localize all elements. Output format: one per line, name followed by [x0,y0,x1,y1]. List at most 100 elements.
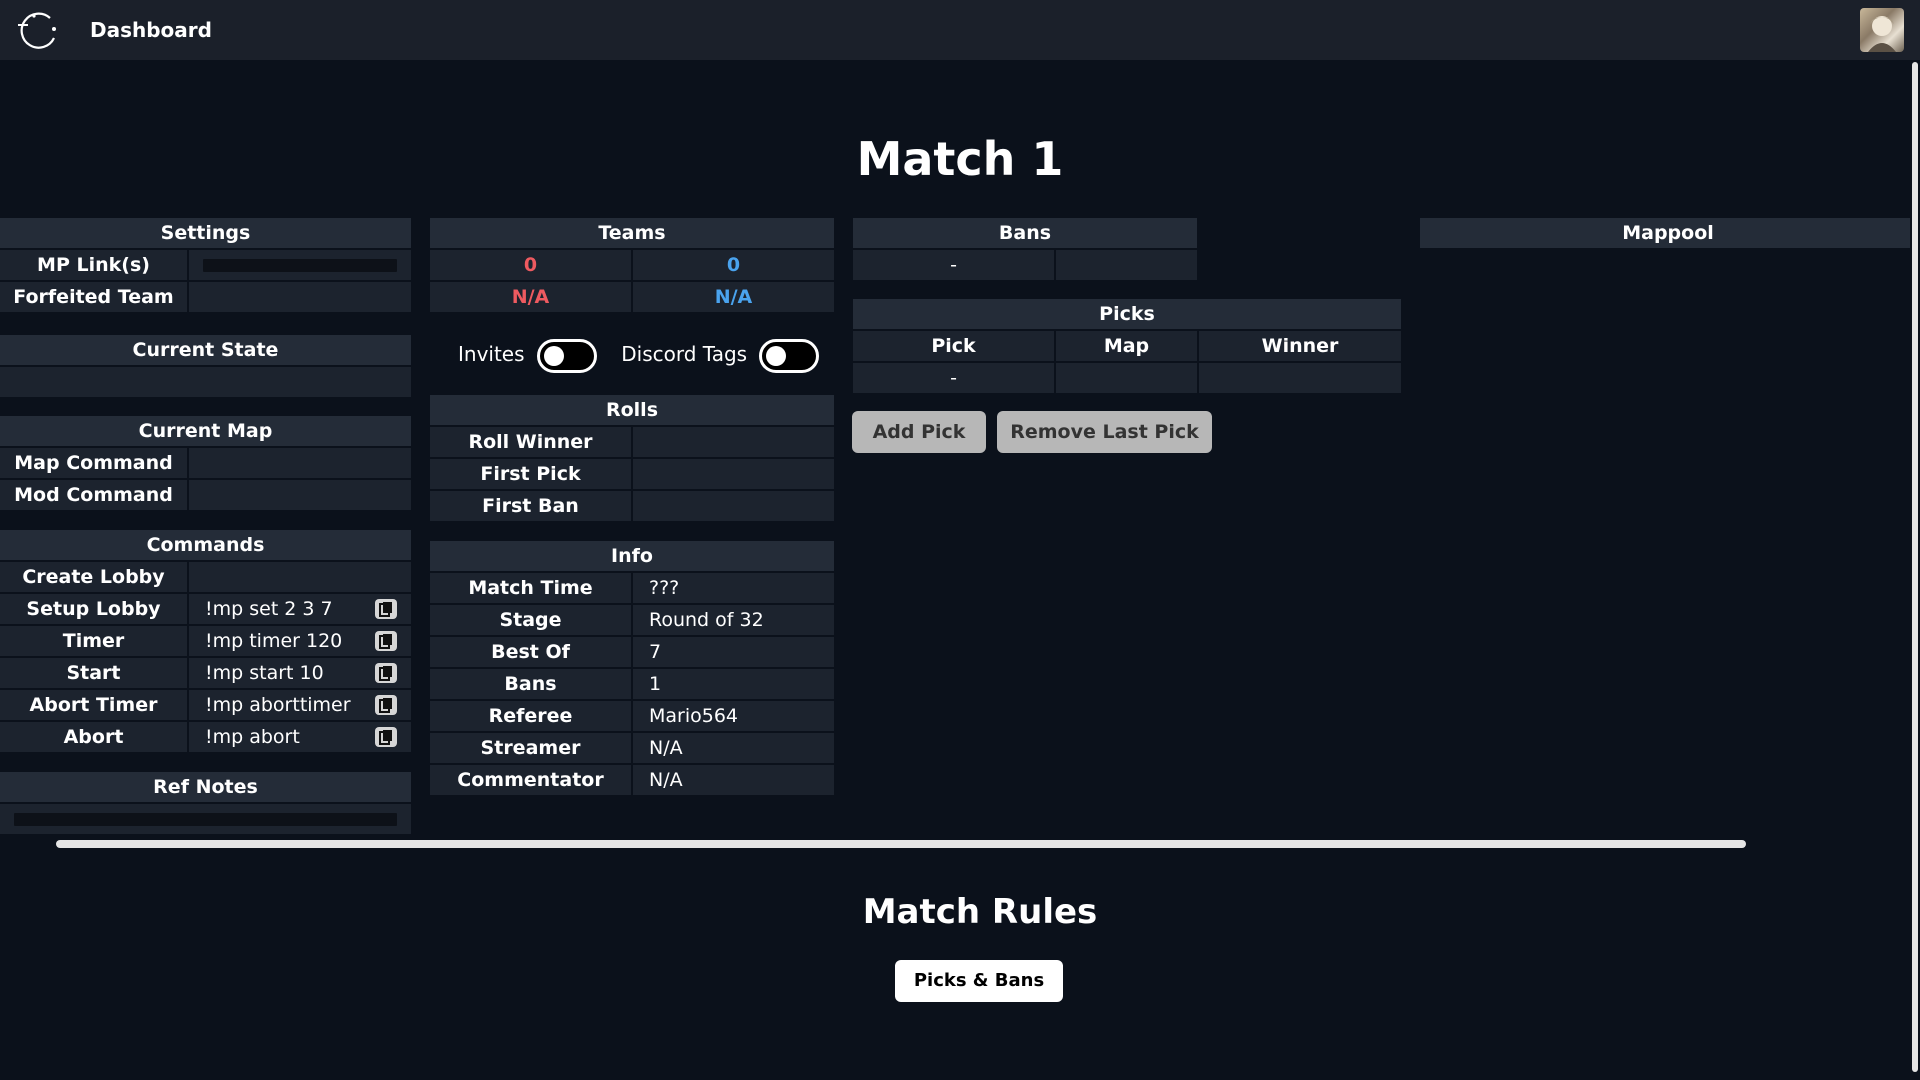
red-team-name: N/A [430,282,631,312]
command-row: Start !mp start 10 [0,658,411,688]
commands-header: Commands [0,530,411,560]
copy-icon[interactable] [375,663,397,683]
mappool-panel: Mappool [1420,218,1916,248]
command-label: Create Lobby [0,562,187,592]
command-label: Abort [0,722,187,752]
pick-map-cell [1056,363,1197,393]
command-value: !mp abort [205,726,300,748]
teams-header: Teams [430,218,834,248]
info-label: Commentator [430,765,631,795]
ref-notes-input[interactable] [14,813,397,826]
teams-panel: Teams 0 0 N/A N/A [430,218,834,312]
mod-command-label: Mod Command [0,480,187,510]
horizontal-scrollbar[interactable] [56,840,1746,848]
discord-tags-label: Discord Tags [621,342,748,366]
info-value: ??? [633,573,834,603]
nav-dashboard-link[interactable]: Dashboard [90,18,212,42]
command-row: Create Lobby [0,562,411,592]
mappool-header: Mappool [1420,218,1916,248]
info-label: Stage [430,605,631,635]
command-label: Start [0,658,187,688]
invites-label: Invites [458,342,525,366]
map-command-value [189,448,411,478]
invites-toggle[interactable] [536,338,597,373]
discord-tags-toggle[interactable] [759,338,820,373]
first-ban-select[interactable] [633,491,834,521]
picks-col-winner: Winner [1199,331,1401,361]
first-pick-label: First Pick [430,459,631,489]
info-value: N/A [633,733,834,763]
pick-cell: - [853,363,1054,393]
info-row: Streamer N/A [430,733,834,763]
command-label: Abort Timer [0,690,187,720]
current-map-panel: Current Map Map Command Mod Command [0,416,411,510]
settings-panel: Settings MP Link(s) Forfeited Team [0,218,411,312]
page-title: Match 1 [856,132,1064,186]
info-value: Mario564 [633,701,834,731]
commands-panel: Commands Create Lobby Setup Lobby !mp se… [0,530,411,752]
roll-winner-label: Roll Winner [430,427,631,457]
info-label: Match Time [430,573,631,603]
rolls-header: Rolls [430,395,834,425]
bans-header: Bans [853,218,1197,248]
command-row: Abort !mp abort [0,722,411,752]
current-map-header: Current Map [0,416,411,446]
copy-icon[interactable] [375,631,397,651]
match-rules-title: Match Rules [862,892,1098,932]
toggle-row: Invites Discord Tags [458,336,838,373]
info-label: Streamer [430,733,631,763]
blue-team-score: 0 [633,250,834,280]
picks-panel: Picks Pick Map Winner - [853,299,1401,393]
mod-command-value [189,480,411,510]
pick-winner-cell [1199,363,1401,393]
picks-col-map: Map [1056,331,1197,361]
logo-icon[interactable] [14,10,60,50]
info-value: 7 [633,637,834,667]
info-value: 1 [633,669,834,699]
info-row: Commentator N/A [430,765,834,795]
command-value: !mp start 10 [205,662,324,684]
command-value: !mp aborttimer [205,694,351,716]
copy-icon[interactable] [375,727,397,747]
info-row: Best Of 7 [430,637,834,667]
mp-links-input[interactable] [203,259,397,272]
forfeited-team-label: Forfeited Team [0,282,187,312]
map-command-label: Map Command [0,448,187,478]
picks-header: Picks [853,299,1401,329]
command-value: !mp timer 120 [205,630,343,652]
copy-icon[interactable] [375,599,397,619]
settings-header: Settings [0,218,411,248]
mp-links-cell [189,250,411,280]
picks-bans-button[interactable]: Picks & Bans [895,960,1063,1002]
mp-links-label: MP Link(s) [0,250,187,280]
info-value: N/A [633,765,834,795]
blue-team-name: N/A [633,282,834,312]
info-label: Bans [430,669,631,699]
info-row: Match Time ??? [430,573,834,603]
top-navbar: Dashboard [0,0,1920,60]
command-value [189,562,411,592]
rolls-panel: Rolls Roll Winner First Pick First Ban [430,395,834,521]
info-label: Referee [430,701,631,731]
red-team-score: 0 [430,250,631,280]
info-value: Round of 32 [633,605,834,635]
ref-notes-header: Ref Notes [0,772,411,802]
info-row: Referee Mario564 [430,701,834,731]
remove-last-pick-button[interactable]: Remove Last Pick [997,411,1212,453]
command-value: !mp set 2 3 7 [205,598,333,620]
forfeited-team-select[interactable] [189,282,411,312]
roll-winner-select[interactable] [633,427,834,457]
ban-cell: - [853,250,1054,280]
copy-icon[interactable] [375,695,397,715]
current-state-value [0,367,411,397]
current-state-panel: Current State [0,335,411,397]
command-row: Setup Lobby !mp set 2 3 7 [0,594,411,624]
user-avatar[interactable] [1860,8,1904,52]
picks-col-pick: Pick [853,331,1054,361]
current-state-header: Current State [0,335,411,365]
add-pick-button[interactable]: Add Pick [852,411,986,453]
info-panel: Info Match Time ??? Stage Round of 32 Be… [430,541,834,795]
info-header: Info [430,541,834,571]
command-row: Timer !mp timer 120 [0,626,411,656]
first-pick-select[interactable] [633,459,834,489]
